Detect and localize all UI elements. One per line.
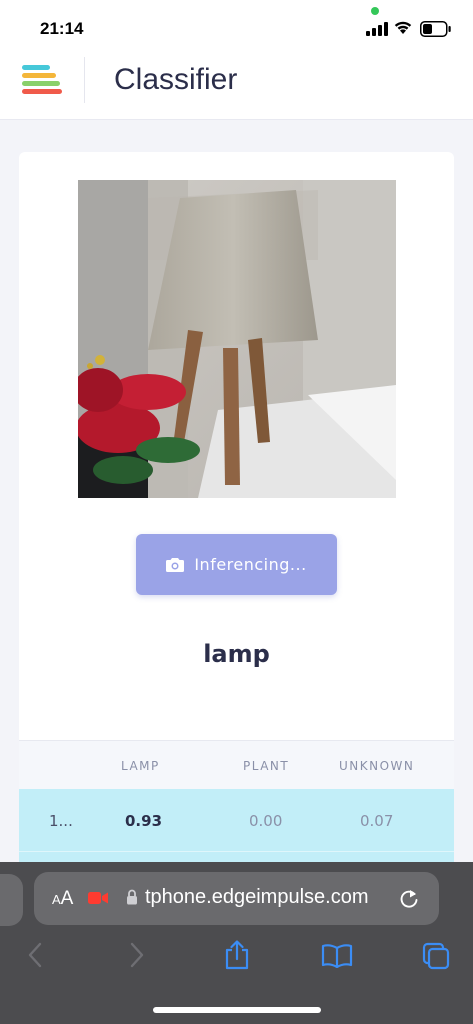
reader-options-button[interactable]: AA (52, 888, 73, 910)
lock-icon (127, 889, 137, 905)
inferencing-button[interactable]: Inferencing... (136, 534, 337, 595)
table-row: 1... 0.93 0.00 0.07 (19, 789, 454, 851)
row-unknown-score: 0.07 (360, 812, 394, 830)
results-table-header: LAMP PLANT UNKNOWN (19, 740, 454, 789)
camera-icon (166, 558, 185, 572)
row-plant-score: 0.00 (249, 812, 283, 830)
aa-small-label: A (52, 892, 61, 907)
edge-impulse-logo-icon[interactable] (22, 65, 62, 95)
inferencing-button-label: Inferencing... (194, 555, 307, 574)
chevron-left-icon[interactable] (27, 942, 43, 968)
classifier-card: Inferencing... lamp LAMP PLANT UNKNOWN 1… (19, 152, 454, 892)
previous-tab-pill[interactable] (0, 874, 23, 926)
share-icon[interactable] (224, 940, 250, 970)
aa-large-label: A (60, 888, 74, 909)
page-title: Classifier (114, 63, 238, 96)
home-indicator (153, 1007, 321, 1013)
cellular-signal-icon (366, 22, 388, 36)
status-time: 21:14 (40, 19, 84, 38)
reload-icon[interactable] (399, 888, 419, 910)
tabs-icon[interactable] (422, 942, 450, 970)
address-bar[interactable]: AA tphone.edgeimpulse.com (34, 872, 439, 925)
url-text: tphone.edgeimpulse.com (145, 886, 369, 908)
row-lamp-score: 0.93 (125, 812, 163, 830)
recording-camera-icon[interactable] (88, 891, 108, 905)
chevron-right-icon[interactable] (129, 942, 145, 968)
battery-icon (420, 21, 451, 37)
browser-toolbar: AA tphone.edgeimpulse.com (0, 862, 473, 1024)
status-bar: 21:14 (0, 0, 473, 50)
column-header-unknown: UNKNOWN (339, 759, 415, 773)
column-header-plant: PLANT (243, 759, 290, 773)
wifi-icon (394, 21, 412, 34)
app-header: Classifier (0, 50, 473, 120)
column-header-lamp: LAMP (121, 759, 160, 773)
privacy-indicator-dot (371, 7, 379, 15)
camera-preview-image (78, 180, 396, 498)
book-icon[interactable] (321, 944, 353, 968)
classification-result: lamp (203, 640, 270, 668)
header-divider (84, 57, 85, 103)
row-id: 1... (49, 812, 73, 830)
